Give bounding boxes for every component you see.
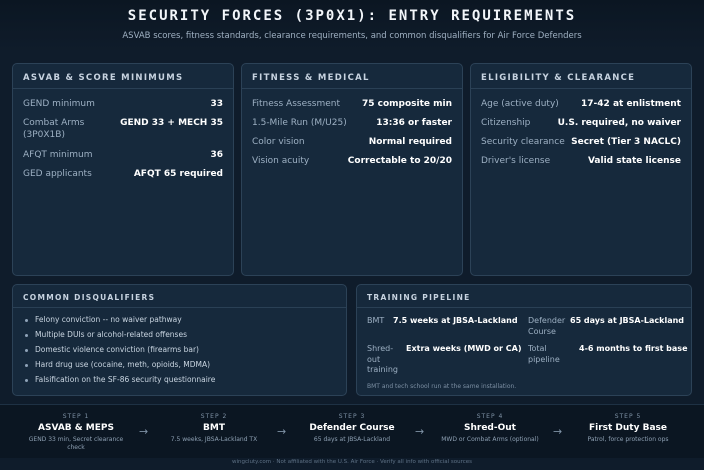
- card-divider: [13, 307, 346, 308]
- bullet-icon: [25, 363, 28, 367]
- row-label: Defender Course: [528, 316, 565, 337]
- row-label: Fitness Assessment: [252, 99, 341, 109]
- card-divider: [357, 307, 691, 308]
- row-label: Age (active duty): [481, 99, 559, 109]
- step-number: STEP 1: [62, 413, 90, 420]
- bullet-icon: [25, 378, 28, 382]
- pipeline-steps-bar: STEP 1 ASVAB & MEPS GEND 33 min, Secret …: [0, 404, 704, 458]
- step-title: Defender Course: [309, 423, 395, 433]
- list-item: Falsification on the SF-86 security ques…: [23, 372, 336, 387]
- row-value: 33: [210, 99, 223, 109]
- list-item-text: Domestic violence conviction (firearms b…: [35, 345, 199, 354]
- step-title: ASVAB & MEPS: [38, 423, 114, 433]
- row-label-line1: Total: [528, 344, 547, 353]
- arrow-right-icon: →: [553, 425, 563, 438]
- fitness-card: FITNESS & MEDICAL Fitness Assessment 75 …: [241, 63, 463, 276]
- page-header: SECURITY FORCES (3P0X1): ENTRY REQUIREME…: [0, 0, 704, 52]
- row-value: 17-42 at enlistment: [581, 99, 681, 109]
- disqualifiers-list: Felony conviction -- no waiver pathway M…: [23, 312, 336, 387]
- step-number: STEP 5: [614, 413, 642, 420]
- row-label: AFQT minimum: [23, 150, 93, 160]
- fitness-card-title: FITNESS & MEDICAL: [252, 73, 370, 83]
- list-item-text: Falsification on the SF-86 security ques…: [35, 375, 216, 384]
- row-value: Normal required: [368, 137, 452, 147]
- card-divider: [13, 88, 233, 89]
- row-value: 36: [210, 150, 223, 160]
- row-value: 75 composite min: [361, 99, 452, 109]
- row-label: Combat Arms (3P0X1B): [23, 117, 84, 141]
- page-subtitle: ASVAB scores, fitness standards, clearan…: [122, 31, 582, 41]
- page-title: SECURITY FORCES (3P0X1): ENTRY REQUIREME…: [127, 8, 577, 24]
- eligibility-card-title: ELIGIBILITY & CLEARANCE: [481, 73, 636, 83]
- row-value: 7.5 weeks at JBSA-Lackland: [393, 316, 518, 325]
- step-desc: MWD or Combat Arms (optional): [441, 436, 539, 443]
- bullet-icon: [25, 348, 28, 352]
- card-divider: [242, 88, 462, 89]
- row-label-line3: training: [367, 365, 398, 374]
- asvab-card: ASVAB & SCORE MINIMUMS GEND minimum 33 C…: [12, 63, 234, 276]
- row-value: U.S. required, no waiver: [557, 118, 681, 128]
- step-desc: 65 days at JBSA-Lackland: [313, 436, 391, 443]
- row-label-line2: (3P0X1B): [23, 130, 65, 140]
- row-value: 4-6 months to first base: [579, 344, 688, 353]
- list-item: Multiple DUIs or alcohol-related offense…: [23, 327, 336, 342]
- step-title: First Duty Base: [588, 423, 668, 433]
- list-item-text: Hard drug use (cocaine, meth, opioids, M…: [35, 360, 211, 369]
- list-item: Domestic violence conviction (firearms b…: [23, 342, 336, 357]
- arrow-right-icon: →: [277, 425, 287, 438]
- step-title: Shred-Out: [464, 423, 516, 433]
- row-label: Security clearance: [481, 137, 565, 147]
- asvab-card-title: ASVAB & SCORE MINIMUMS: [23, 73, 184, 83]
- row-value: Secret (Tier 3 NACLC): [571, 137, 681, 147]
- pipeline-card: TRAINING PIPELINE BMT 7.5 weeks at JBSA-…: [356, 284, 692, 396]
- row-label: Shred- out training: [367, 344, 398, 376]
- row-label: 1.5-Mile Run (M/U25): [252, 118, 347, 128]
- footer-disclaimer: wingcluty.com · Not affiliated with the …: [231, 459, 473, 465]
- step-number: STEP 2: [200, 413, 228, 420]
- disqualifiers-card-title: COMMON DISQUALIFIERS: [23, 293, 156, 302]
- row-label: Vision acuity: [252, 156, 310, 166]
- eligibility-card: ELIGIBILITY & CLEARANCE Age (active duty…: [470, 63, 692, 276]
- row-label-line1: Shred-: [367, 344, 394, 353]
- row-label: BMT: [367, 316, 385, 325]
- step-number: STEP 4: [476, 413, 504, 420]
- step-desc: Patrol, force protection ops: [587, 436, 669, 443]
- row-value: 65 days at JBSA-Lackland: [570, 316, 685, 325]
- disqualifiers-card: COMMON DISQUALIFIERS Felony conviction -…: [12, 284, 347, 396]
- row-value: Extra weeks (MWD or CA): [406, 344, 522, 353]
- step-desc-line2: check: [67, 444, 85, 451]
- step-title: BMT: [203, 423, 225, 433]
- step-desc: GEND 33 min, Secret clearance check: [16, 436, 136, 452]
- list-item: Felony conviction -- no waiver pathway: [23, 312, 336, 327]
- list-item: Hard drug use (cocaine, meth, opioids, M…: [23, 357, 336, 372]
- row-label-line2: pipeline: [528, 354, 560, 364]
- row-label: Color vision: [252, 137, 305, 147]
- row-value: 13:36 or faster: [376, 118, 452, 128]
- step-number: STEP 3: [338, 413, 366, 420]
- row-label: Driver's license: [481, 156, 551, 166]
- row-label: GEND minimum: [23, 99, 95, 109]
- list-item-text: Multiple DUIs or alcohol-related offense…: [35, 330, 187, 339]
- row-label-line2: out: [367, 354, 381, 364]
- card-divider: [471, 88, 691, 89]
- step-desc-line1: GEND 33 min, Secret clearance: [28, 436, 124, 443]
- row-label-line2: Course: [528, 326, 556, 336]
- row-label-line1: Combat Arms: [23, 118, 85, 128]
- row-label: Citizenship: [481, 118, 531, 128]
- bullet-icon: [25, 318, 28, 322]
- row-value: GEND 33 + MECH 35: [120, 118, 223, 128]
- list-item-text: Felony conviction -- no waiver pathway: [35, 315, 182, 324]
- arrow-right-icon: →: [415, 425, 425, 438]
- arrow-right-icon: →: [139, 425, 149, 438]
- row-label: Total pipeline: [528, 344, 560, 365]
- row-label: GED applicants: [23, 169, 92, 179]
- row-value: Correctable to 20/20: [347, 156, 452, 166]
- row-value: AFQT 65 required: [133, 169, 223, 179]
- bullet-icon: [25, 333, 28, 337]
- pipeline-note: BMT and tech school run at the same inst…: [367, 383, 517, 390]
- pipeline-card-title: TRAINING PIPELINE: [367, 293, 471, 302]
- step-desc: 7.5 weeks, JBSA-Lackland TX: [170, 436, 258, 443]
- row-label-line1: Defender: [528, 316, 566, 325]
- row-value: Valid state license: [587, 156, 681, 166]
